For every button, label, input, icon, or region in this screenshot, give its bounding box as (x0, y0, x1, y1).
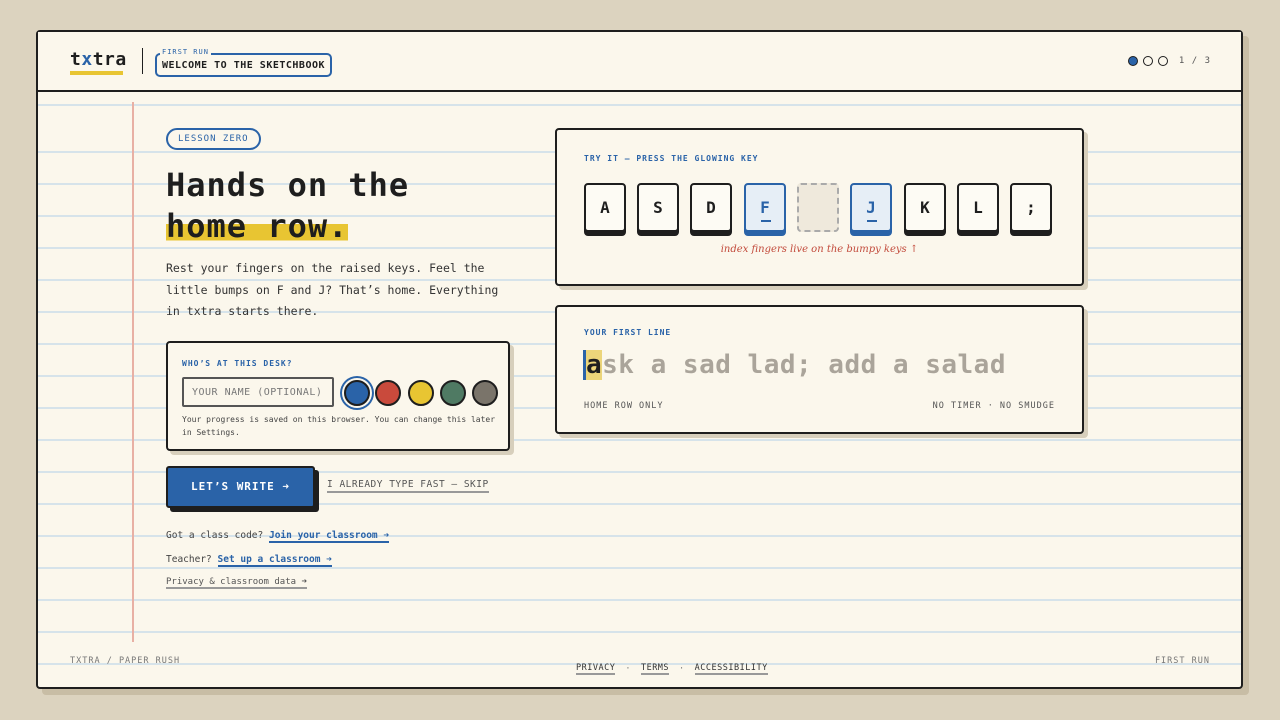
lets-write-button[interactable]: LET’S WRITE ➜ (166, 466, 315, 508)
color-swatch-green[interactable] (440, 380, 466, 406)
notebook-margin-line (132, 102, 134, 642)
name-card: WHO’S AT THIS DESK? Your progress is sav… (166, 341, 510, 451)
line-meta-left: HOME ROW ONLY (584, 401, 664, 411)
name-card-note: Your progress is saved on this browser. … (182, 415, 496, 437)
privacy-data-link[interactable]: Privacy & classroom data ➜ (166, 577, 307, 589)
try-it-card: TRY IT — PRESS THE GLOWING KEY A S D F J… (555, 128, 1084, 286)
key-s[interactable]: S (637, 183, 679, 232)
page-kicker: FIRST RUN (160, 48, 211, 56)
app-frame: txtra WELCOME TO THE SKETCHBOOK FIRST RU… (36, 30, 1243, 689)
footer-terms-link[interactable]: TERMS (640, 663, 670, 675)
step-dot-1 (1127, 56, 1138, 66)
name-input[interactable] (182, 377, 334, 407)
key-f[interactable]: F (744, 183, 786, 232)
step-dot-2 (1142, 56, 1153, 66)
first-line-label: YOUR FIRST LINE (584, 328, 672, 337)
footer-privacy-link[interactable]: PRIVACY (576, 663, 616, 675)
try-it-label: TRY IT — PRESS THE GLOWING KEY (584, 154, 759, 163)
intro-text: Rest your fingers on the raised keys. Fe… (166, 261, 499, 318)
typing-line[interactable]: ask a sad lad; add a salad (583, 350, 1006, 380)
header-divider (142, 48, 143, 74)
first-line-card: YOUR FIRST LINE ask a sad lad; add a sal… (555, 305, 1084, 434)
footer-brand: TXTRA / PAPER RUSH (70, 656, 181, 666)
color-swatch-yellow[interactable] (408, 380, 434, 406)
headline: Hands on the home row. (166, 165, 526, 247)
class-code-prompt: Got a class code? (166, 530, 264, 541)
setup-classroom-link[interactable]: Set up a classroom ➜ (217, 554, 332, 567)
skip-link[interactable]: I ALREADY TYPE FAST — SKIP (327, 479, 489, 493)
key-d[interactable]: D (690, 183, 732, 232)
top-bar: txtra WELCOME TO THE SKETCHBOOK FIRST RU… (38, 32, 1241, 92)
key-j[interactable]: J (850, 183, 892, 232)
key-l[interactable]: L (957, 183, 999, 232)
headline-line-1: Hands on the (166, 166, 410, 204)
color-swatch-red[interactable] (375, 380, 401, 406)
page-title: WELCOME TO THE SKETCHBOOK (155, 53, 333, 77)
step-dot-3 (1157, 56, 1168, 66)
teacher-row: Teacher? Set up a classroom ➜ (166, 554, 332, 567)
typing-remaining-text: sk a sad lad; add a salad (602, 350, 1006, 380)
headline-line-2: home row. (166, 207, 349, 245)
footer-separator: · (679, 664, 685, 674)
teacher-prompt: Teacher? (166, 554, 212, 565)
footer-step-label: FIRST RUN (1154, 656, 1210, 666)
color-swatch-blue[interactable] (344, 380, 370, 406)
key-a[interactable]: A (584, 183, 626, 232)
step-counter: 1 / 3 (1178, 56, 1211, 66)
footer-links: PRIVACY · TERMS · ACCESSIBILITY (576, 663, 768, 675)
join-classroom-link[interactable]: Join your classroom ➜ (268, 530, 390, 543)
try-it-hint: index fingers live on the bumpy keys ↑ (720, 244, 919, 255)
key-k[interactable]: K (904, 183, 946, 232)
key-gap (797, 183, 839, 232)
footer-separator: · (625, 664, 631, 674)
class-code-row: Got a class code? Join your classroom ➜ (166, 530, 390, 543)
typing-cursor-char: a (583, 350, 603, 380)
step-progress: 1 / 3 (1127, 56, 1211, 66)
logo[interactable]: txtra (70, 49, 127, 70)
key-semicolon[interactable]: ; (1010, 183, 1052, 232)
color-swatch-gray[interactable] (472, 380, 498, 406)
lesson-badge: LESSON ZERO (166, 128, 261, 150)
line-meta-right: NO TIMER · NO SMUDGE (932, 401, 1055, 411)
name-card-label: WHO’S AT THIS DESK? (182, 359, 293, 368)
footer-accessibility-link[interactable]: ACCESSIBILITY (694, 663, 768, 675)
logo-underline (70, 71, 123, 75)
